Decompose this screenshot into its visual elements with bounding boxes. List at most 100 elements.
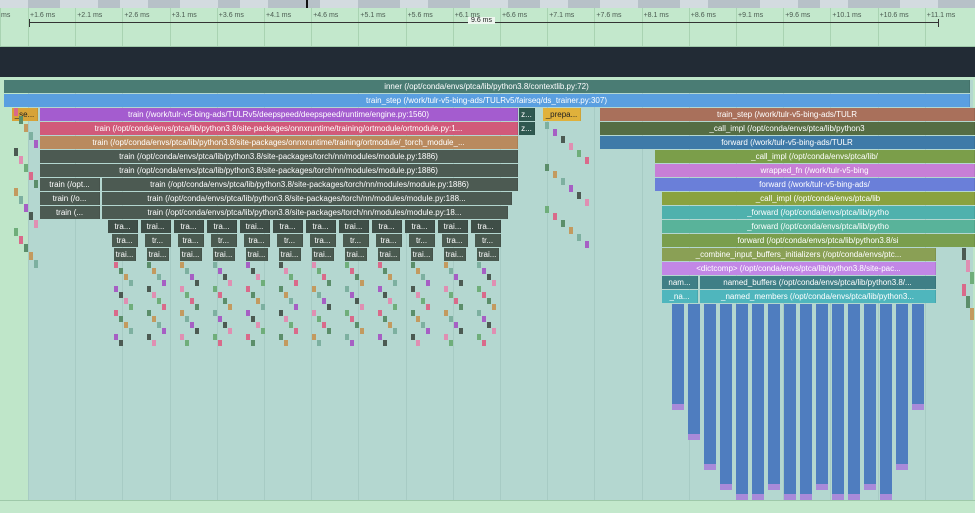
frame-forward[interactable]: forward (/work/tulr-v5-bing-ads/TULR	[600, 136, 975, 149]
frame-call-impl[interactable]: _call_impl (/opt/conda/envs/ptca/lib/	[655, 150, 975, 163]
flame-leaf-frame[interactable]	[487, 298, 491, 304]
flame-leaf-frame[interactable]	[279, 334, 283, 340]
flame-leaf-frame[interactable]	[378, 286, 382, 292]
flame-leaf-frame[interactable]	[350, 316, 354, 322]
flame-leaf-frame[interactable]	[449, 268, 453, 274]
flame-leaf-frame[interactable]	[29, 132, 33, 140]
flame-leaf-frame[interactable]	[180, 310, 184, 316]
flame-leaf-frame[interactable]	[345, 310, 349, 316]
flame-leaf-frame[interactable]	[577, 150, 581, 157]
flame-leaf-frame[interactable]	[393, 328, 397, 334]
flame-leaf-frame[interactable]	[545, 122, 549, 129]
flame-leaf-frame[interactable]	[449, 292, 453, 298]
flame-leaf-frame[interactable]	[162, 304, 166, 310]
flame-leaf-frame[interactable]	[251, 340, 255, 346]
flame-leaf-frame[interactable]	[848, 304, 860, 494]
flame-leaf-frame[interactable]	[114, 310, 118, 316]
flame-leaf-frame[interactable]	[411, 310, 415, 316]
flame-leaf-frame[interactable]	[426, 280, 430, 286]
flame-leaf-frame[interactable]	[768, 484, 780, 490]
frame-train-short[interactable]: tr...	[277, 234, 303, 247]
flame-leaf-frame[interactable]	[29, 172, 33, 180]
frame-train-short[interactable]: tra...	[273, 220, 303, 233]
frame-train-short[interactable]: trai...	[246, 248, 268, 261]
flame-leaf-frame[interactable]	[251, 268, 255, 274]
flame-leaf-frame[interactable]	[355, 274, 359, 280]
flame-leaf-frame[interactable]	[185, 268, 189, 274]
flame-leaf-frame[interactable]	[114, 262, 118, 268]
bottom-scroll-strip[interactable]	[0, 500, 975, 513]
frame-train-short[interactable]: tra...	[108, 220, 138, 233]
flame-leaf-frame[interactable]	[912, 304, 924, 404]
flame-leaf-frame[interactable]	[129, 280, 133, 286]
flame-leaf-frame[interactable]	[444, 286, 448, 292]
frame-train-nn-module[interactable]: train (/opt/conda/envs/ptca/lib/python3.…	[102, 206, 508, 219]
flame-leaf-frame[interactable]	[327, 304, 331, 310]
frame-z[interactable]: z...	[519, 108, 535, 121]
flame-leaf-frame[interactable]	[454, 274, 458, 280]
frame-train-short[interactable]: tra...	[310, 234, 336, 247]
flame-leaf-frame[interactable]	[228, 304, 232, 310]
flame-leaf-frame[interactable]	[345, 262, 349, 268]
flame-leaf-frame[interactable]	[24, 124, 28, 132]
flame-leaf-frame[interactable]	[14, 188, 18, 196]
flame-leaf-frame[interactable]	[152, 292, 156, 298]
flame-leaf-frame[interactable]	[962, 248, 966, 260]
frame-train-short[interactable]: trai...	[438, 220, 468, 233]
flame-leaf-frame[interactable]	[218, 292, 222, 298]
flame-leaf-frame[interactable]	[444, 310, 448, 316]
flame-leaf-frame[interactable]	[24, 244, 28, 252]
flame-leaf-frame[interactable]	[411, 262, 415, 268]
flame-leaf-frame[interactable]	[482, 340, 486, 346]
frame-wrapped-fn[interactable]: wrapped_fn (/work/tulr-v5-bing	[655, 164, 975, 177]
flame-leaf-frame[interactable]	[360, 280, 364, 286]
flame-leaf-frame[interactable]	[360, 304, 364, 310]
frame-train-short[interactable]: train (...	[40, 206, 100, 219]
flame-leaf-frame[interactable]	[327, 280, 331, 286]
flame-leaf-frame[interactable]	[180, 334, 184, 340]
flame-leaf-frame[interactable]	[327, 328, 331, 334]
flame-leaf-frame[interactable]	[190, 274, 194, 280]
flame-leaf-frame[interactable]	[966, 296, 970, 308]
flame-leaf-frame[interactable]	[800, 304, 812, 494]
flame-leaf-frame[interactable]	[482, 268, 486, 274]
flame-leaf-frame[interactable]	[157, 298, 161, 304]
flame-leaf-frame[interactable]	[720, 304, 732, 484]
frame-call-impl[interactable]: _call_impl (/opt/conda/envs/ptca/lib/pyt…	[600, 122, 975, 135]
flame-leaf-frame[interactable]	[459, 280, 463, 286]
flame-leaf-frame[interactable]	[14, 108, 18, 116]
flame-leaf-frame[interactable]	[223, 322, 227, 328]
frame-train-short[interactable]: trai...	[279, 248, 301, 261]
flame-leaf-frame[interactable]	[416, 340, 420, 346]
flame-leaf-frame[interactable]	[459, 328, 463, 334]
flame-leaf-frame[interactable]	[223, 298, 227, 304]
flame-leaf-frame[interactable]	[752, 304, 764, 494]
flame-leaf-frame[interactable]	[492, 280, 496, 286]
flame-leaf-frame[interactable]	[185, 340, 189, 346]
frame-train-short[interactable]: trai...	[141, 220, 171, 233]
frame-named-members[interactable]: _named_members (/opt/conda/envs/ptca/lib…	[700, 290, 936, 303]
flame-leaf-frame[interactable]	[152, 268, 156, 274]
flame-leaf-frame[interactable]	[29, 252, 33, 260]
flame-leaf-frame[interactable]	[355, 322, 359, 328]
flame-leaf-frame[interactable]	[19, 196, 23, 204]
frame-train-step[interactable]: train_step (/work/tulr-v5-bing-ads/TULRv…	[4, 94, 970, 107]
flame-leaf-frame[interactable]	[289, 322, 293, 328]
frame-train-nn-module[interactable]: train (/opt/conda/envs/ptca/lib/python3.…	[102, 192, 512, 205]
flame-leaf-frame[interactable]	[218, 268, 222, 274]
frame-z[interactable]: z...	[519, 122, 535, 135]
flame-leaf-frame[interactable]	[157, 322, 161, 328]
flame-leaf-frame[interactable]	[704, 304, 716, 464]
flame-leaf-frame[interactable]	[383, 340, 387, 346]
flame-leaf-frame[interactable]	[185, 292, 189, 298]
flame-leaf-frame[interactable]	[152, 340, 156, 346]
frame-named-short[interactable]: nam...	[662, 276, 698, 289]
flame-leaf-frame[interactable]	[284, 340, 288, 346]
frame-forward[interactable]: forward (/work/tulr-v5-bing-ads/	[655, 178, 975, 191]
flame-leaf-frame[interactable]	[411, 286, 415, 292]
frame-train-short[interactable]: tra...	[112, 234, 138, 247]
flame-leaf-frame[interactable]	[585, 199, 589, 206]
flame-leaf-frame[interactable]	[454, 322, 458, 328]
flame-leaf-frame[interactable]	[147, 262, 151, 268]
frame-train-short[interactable]: tr...	[409, 234, 435, 247]
